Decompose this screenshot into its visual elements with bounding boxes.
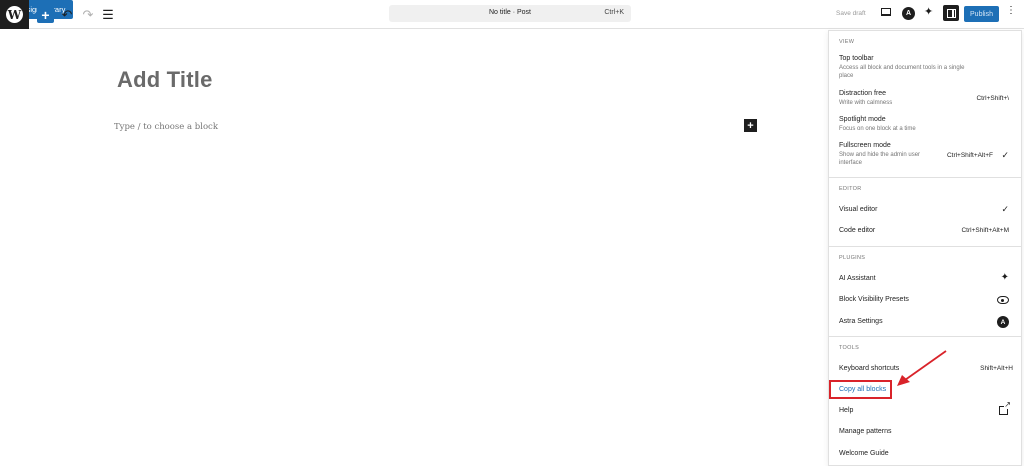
section-title-plugins: PLUGINS (839, 255, 866, 261)
menu-item-welcome-guide[interactable]: Welcome Guide (839, 450, 1009, 457)
undo-icon[interactable]: ↶ (60, 5, 74, 24)
options-menu: VIEW Top toolbar Access all block and do… (828, 30, 1022, 466)
menu-divider (829, 177, 1021, 178)
menu-item-spotlight-mode[interactable]: Spotlight mode Focus on one block at a t… (839, 116, 1009, 133)
list-view-icon[interactable]: ☰ (101, 5, 115, 24)
check-icon: ✓ (1001, 204, 1009, 214)
menu-item-desc: Focus on one block at a time (839, 126, 916, 132)
section-title-view: VIEW (839, 39, 855, 45)
menu-item-label: Help (839, 407, 854, 414)
ai-sparkle-icon: ✦ (1000, 272, 1009, 283)
menu-item-shortcut: Ctrl+Shift+\ (976, 95, 1009, 102)
menu-item-top-toolbar[interactable]: Top toolbar Access all block and documen… (839, 55, 1009, 80)
menu-item-desc: Show and hide the admin user interface (839, 152, 921, 166)
menu-item-label: Visual editor (839, 206, 878, 213)
menu-item-desc: Access all block and document tools in a… (839, 65, 965, 79)
menu-item-label: Fullscreen mode (839, 142, 891, 149)
inline-add-block-button[interactable]: + (744, 119, 757, 132)
menu-item-label: Block Visibility Presets (839, 296, 909, 303)
preview-icon[interactable] (881, 8, 891, 16)
editor-top-bar: W + ↶ ↷ ☰ S Design Library No title · Po… (0, 0, 1024, 29)
menu-item-label: Spotlight mode (839, 116, 886, 123)
menu-item-keyboard-shortcuts[interactable]: Keyboard shortcuts Shift+Alt+H (839, 365, 1013, 372)
annotation-highlight-box (829, 380, 892, 399)
menu-item-label: Welcome Guide (839, 450, 889, 457)
command-shortcut: Ctrl+K (604, 9, 624, 16)
save-draft-button[interactable]: Save draft (836, 10, 866, 17)
wordpress-logo-icon: W (6, 6, 23, 23)
menu-item-block-visibility-presets[interactable]: Block Visibility Presets (839, 296, 1009, 304)
ai-assistant-icon[interactable]: ✦ (924, 5, 933, 18)
external-link-icon (999, 401, 1011, 415)
menu-item-manage-patterns[interactable]: Manage patterns (839, 428, 1009, 435)
redo-icon[interactable]: ↷ (81, 5, 95, 24)
command-palette-button[interactable]: No title · Post Ctrl+K (389, 5, 631, 22)
block-placeholder[interactable]: Type / to choose a block (114, 122, 218, 132)
section-title-editor: EDITOR (839, 186, 862, 192)
options-more-icon[interactable]: ⋮ (1006, 6, 1016, 16)
eye-icon (997, 296, 1009, 304)
menu-item-visual-editor[interactable]: Visual editor ✓ (839, 204, 1009, 214)
astra-icon: A (997, 316, 1009, 328)
publish-button[interactable]: Publish (964, 6, 999, 22)
wordpress-logo-button[interactable]: W (0, 0, 29, 29)
menu-item-fullscreen-mode[interactable]: Fullscreen mode Show and hide the admin … (839, 142, 1009, 167)
section-title-tools: TOOLS (839, 345, 860, 351)
check-icon: ✓ (1001, 150, 1009, 160)
menu-item-shortcut: Shift+Alt+H (980, 365, 1013, 372)
menu-item-shortcut: Ctrl+Shift+Alt+F (946, 152, 993, 159)
document-title: No title · Post (488, 9, 531, 16)
post-title-input[interactable]: Add Title (117, 67, 213, 93)
menu-item-label: Astra Settings (839, 318, 883, 325)
menu-item-label: Top toolbar (839, 55, 874, 62)
add-block-button[interactable]: + (37, 6, 54, 23)
menu-item-shortcut: Ctrl+Shift+Alt+M (961, 227, 1009, 234)
menu-item-ai-assistant[interactable]: AI Assistant ✦ (839, 272, 1009, 283)
menu-item-label: AI Assistant (839, 275, 876, 282)
settings-sidebar-icon[interactable] (943, 5, 959, 21)
menu-item-distraction-free[interactable]: Distraction free Write with calmness Ctr… (839, 90, 1009, 107)
menu-item-astra-settings[interactable]: Astra Settings A (839, 316, 1009, 328)
menu-item-code-editor[interactable]: Code editor Ctrl+Shift+Alt+M (839, 227, 1009, 234)
menu-item-label: Manage patterns (839, 428, 892, 435)
astra-icon[interactable]: A (902, 7, 915, 20)
menu-divider (829, 336, 1021, 337)
menu-divider (829, 246, 1021, 247)
menu-item-help[interactable]: Help (839, 401, 1011, 415)
